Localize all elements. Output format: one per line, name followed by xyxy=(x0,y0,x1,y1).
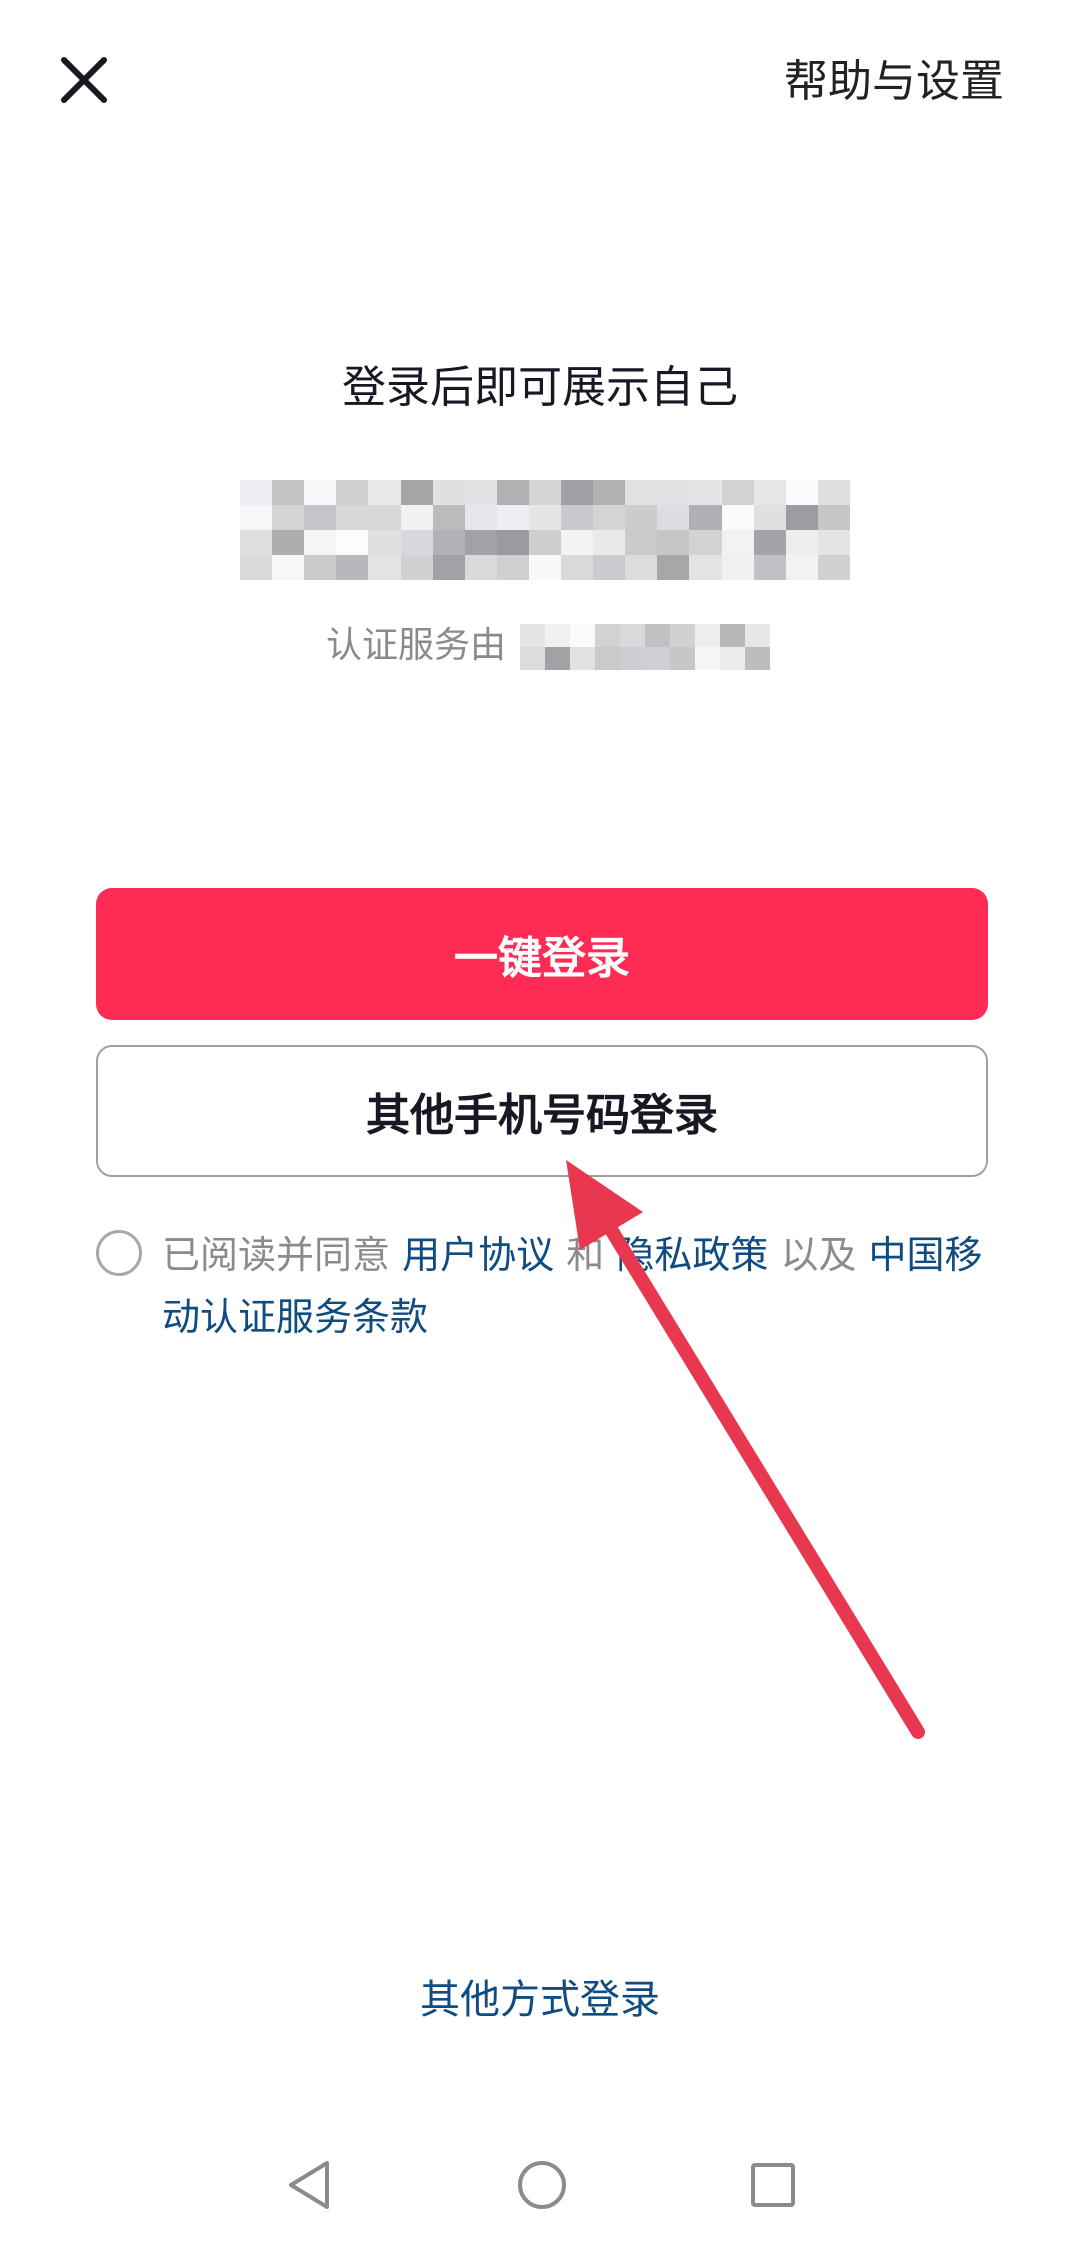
help-settings-link[interactable]: 帮助与设置 xyxy=(784,52,1004,112)
user-agreement-link[interactable]: 用户协议 xyxy=(402,1233,554,1277)
agreement-prefix: 已阅读并同意 xyxy=(162,1233,391,1277)
privacy-policy-link[interactable]: 隐私政策 xyxy=(616,1233,768,1277)
masked-phone-number xyxy=(240,480,850,580)
other-login-methods-link[interactable]: 其他方式登录 xyxy=(0,1972,1080,2028)
close-icon xyxy=(61,57,107,103)
agreement-and: 和 xyxy=(566,1233,605,1277)
agreement-checkbox[interactable] xyxy=(96,1230,142,1276)
system-nav-bar xyxy=(0,2140,1080,2230)
masked-auth-provider xyxy=(520,624,770,670)
one-click-login-button[interactable]: 一键登录 xyxy=(96,888,988,1020)
close-button[interactable] xyxy=(48,44,120,116)
back-triangle-icon xyxy=(289,2161,329,2209)
nav-recents-button[interactable] xyxy=(728,2140,818,2230)
agreement-text: 已阅读并同意 用户协议 和 隐私政策 以及 中国移动认证服务条款 xyxy=(162,1224,992,1348)
nav-home-button[interactable] xyxy=(497,2140,587,2230)
home-circle-icon xyxy=(518,2161,566,2209)
auth-provider-prefix: 认证服务由 xyxy=(326,625,507,666)
nav-back-button[interactable] xyxy=(266,2140,356,2230)
agreement-as-well-as: 以及 xyxy=(780,1233,857,1277)
login-page: 帮助与设置 登录后即可展示自己 认证服务由 一键登录 其他手机号码登录 已阅读并… xyxy=(0,0,1080,2243)
recents-square-icon xyxy=(751,2163,795,2207)
hero-title: 登录后即可展示自己 xyxy=(342,362,738,413)
other-phone-login-button[interactable]: 其他手机号码登录 xyxy=(96,1045,988,1177)
